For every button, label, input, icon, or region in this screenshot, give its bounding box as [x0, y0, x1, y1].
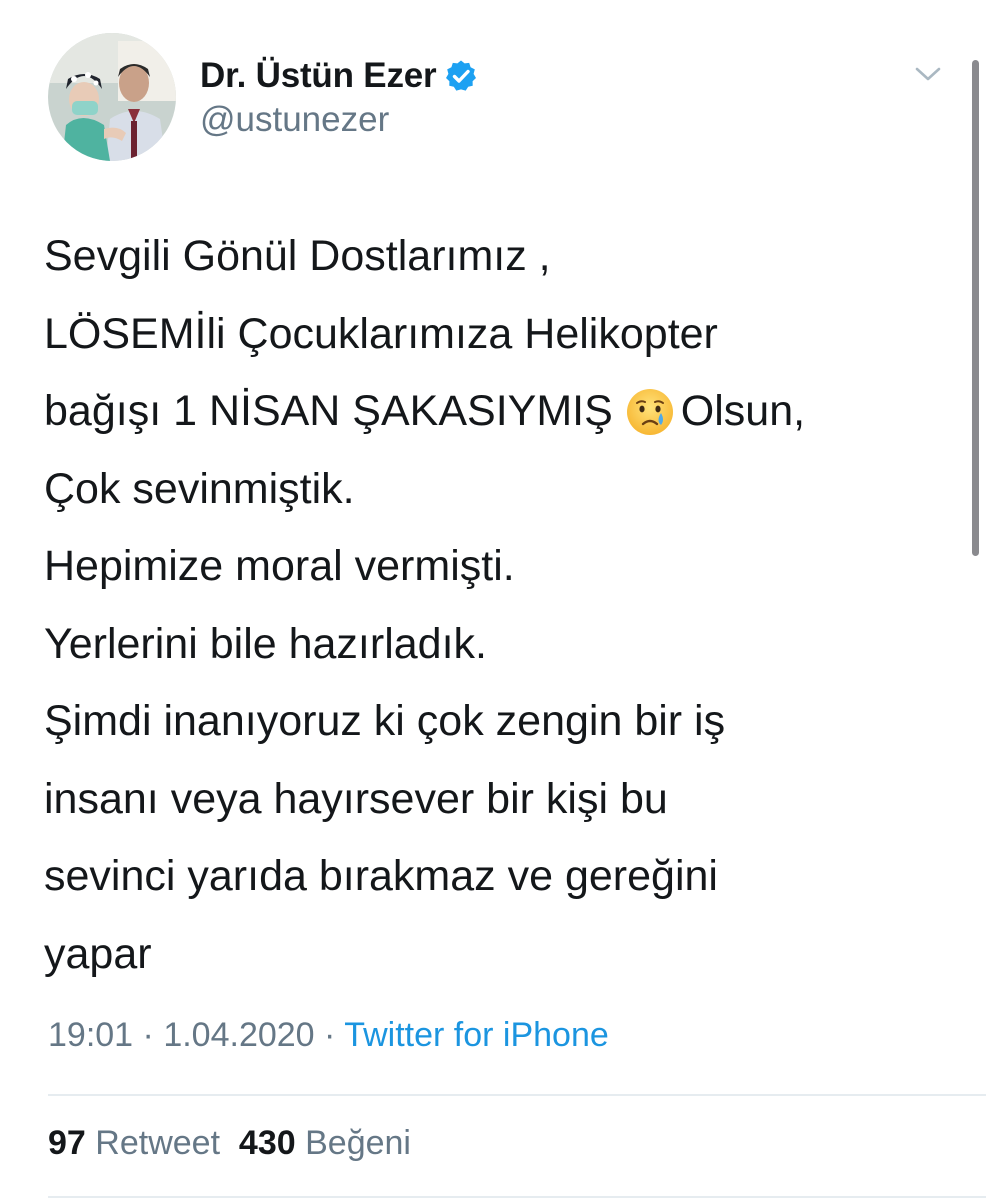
tweet-line: Yerlerini bile hazırladık.	[44, 619, 487, 668]
like-stat[interactable]: 430 Beğeni	[239, 1124, 411, 1162]
tweet-time[interactable]: 19:01	[48, 1016, 133, 1054]
scrollbar[interactable]	[972, 60, 979, 556]
tweet-line: Şimdi inanıyoruz ki çok zengin bir iş	[44, 697, 726, 745]
meta-separator: ·	[142, 1016, 154, 1054]
crying-face-emoji-icon	[625, 385, 675, 435]
retweet-label: Retweet	[95, 1124, 221, 1162]
user-handle[interactable]: @ustunezer	[200, 100, 389, 140]
meta-separator: ·	[324, 1016, 336, 1054]
display-name[interactable]: Dr. Üstün Ezer	[200, 56, 437, 96]
tweet-line: sevinci yarıda bırakmaz ve gereğini	[44, 852, 718, 900]
tweet-line: LÖSEMİli Çocuklarımıza Helikopter	[44, 309, 718, 358]
tweet-stats: 97 Retweet 430 Beğeni	[48, 1124, 411, 1163]
divider	[48, 1196, 986, 1198]
tweet-date[interactable]: 1.04.2020	[163, 1016, 314, 1054]
avatar[interactable]	[48, 33, 176, 161]
tweet-source-link[interactable]: Twitter for iPhone	[344, 1016, 609, 1054]
tweet-card: Dr. Üstün Ezer @ustunezer Sevgili Gönül …	[0, 0, 986, 1200]
tweet-line: yapar	[44, 929, 152, 978]
tweet-line: insanı veya hayırsever bir kişi bu	[44, 774, 668, 823]
verified-badge-icon	[444, 59, 478, 93]
chevron-down-icon[interactable]	[912, 58, 944, 90]
tweet-text: Sevgili Gönül Dostlarımız , LÖSEMİli Çoc…	[44, 218, 954, 993]
retweet-count: 97	[48, 1124, 86, 1162]
tweet-meta: 19:01 · 1.04.2020 · Twitter for iPhone	[48, 1016, 609, 1055]
divider	[48, 1094, 986, 1096]
like-count: 430	[238, 1124, 296, 1162]
like-label: Beğeni	[305, 1124, 411, 1162]
tweet-line-part: Olsun,	[680, 387, 806, 435]
author-row: Dr. Üstün Ezer	[200, 54, 478, 98]
tweet-line: Çok sevinmiştik.	[44, 464, 355, 513]
tweet-line: Sevgili Gönül Dostlarımız ,	[44, 232, 551, 280]
avatar-photo-icon	[48, 33, 176, 161]
tweet-line-with-emoji: bağışı 1 NİSAN ŞAKASIYMIŞ Olsun,	[44, 373, 954, 451]
retweet-stat[interactable]: 97 Retweet	[48, 1124, 220, 1162]
tweet-line-part: bağışı 1 NİSAN ŞAKASIYMIŞ	[44, 387, 613, 435]
tweet-line: Hepimize moral vermişti.	[44, 542, 515, 590]
